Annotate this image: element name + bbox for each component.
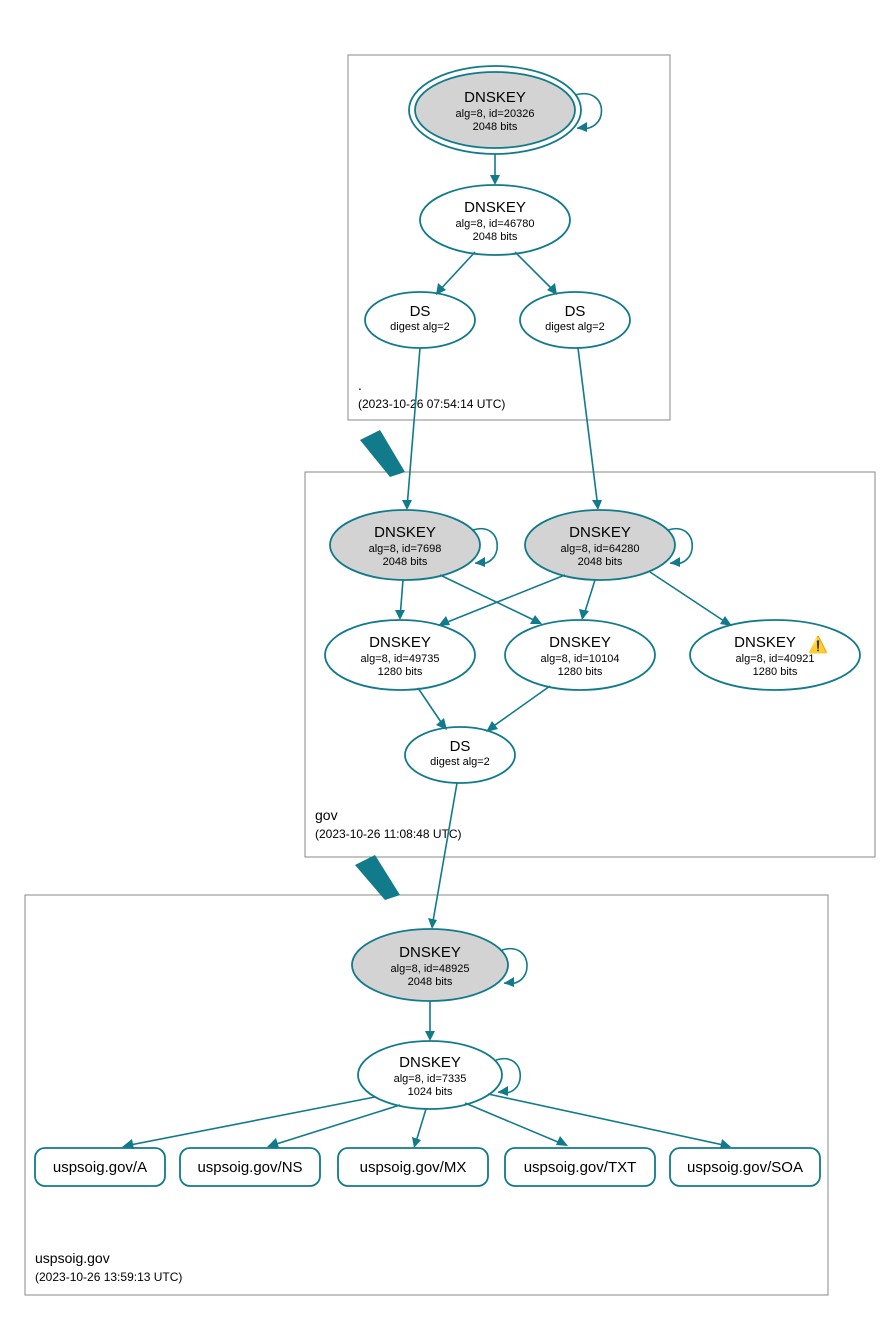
root-ds1-alg: digest alg=2 [390,321,450,333]
node-root-zsk: DNSKEY alg=8, id=46780 2048 bits [420,185,570,255]
node-rr-ns: uspsoig.gov/NS [180,1148,320,1186]
leaf-zsk-bits: 1024 bits [408,1086,453,1098]
gov-zsk1-alg: alg=8, id=49735 [361,653,440,665]
root-ds1-title: DS [410,303,431,320]
leaf-ksk-title: DNSKEY [399,944,461,961]
root-zsk-bits: 2048 bits [473,231,518,243]
node-root-ksk: DNSKEY alg=8, id=20326 2048 bits [409,66,581,154]
gov-ksk1-bits: 2048 bits [383,556,428,568]
zone-leaf-name: uspsoig.gov [35,1250,110,1266]
leaf-ksk-bits: 2048 bits [408,976,453,988]
node-root-ds2: DS digest alg=2 [520,292,630,348]
gov-ksk1-alg: alg=8, id=7698 [369,543,442,555]
node-gov-ksk1: DNSKEY alg=8, id=7698 2048 bits [330,510,480,580]
edge-leaf-zsk-self [496,1059,520,1093]
root-ksk-title: DNSKEY [464,89,526,106]
node-gov-ds: DS digest alg=2 [405,727,515,783]
node-leaf-zsk: DNSKEY alg=8, id=7335 1024 bits [358,1041,502,1109]
gov-zsk2-bits: 1280 bits [558,666,603,678]
gov-zsk3-title: DNSKEY [734,634,796,651]
gov-zsk3-bits: 1280 bits [753,666,798,678]
root-ds2-alg: digest alg=2 [545,321,605,333]
delegation-arrow-root-gov [360,430,405,477]
gov-zsk2-title: DNSKEY [549,634,611,651]
zone-gov-timestamp: (2023-10-26 11:08:48 UTC) [315,827,462,841]
node-rr-mx: uspsoig.gov/MX [338,1148,488,1186]
root-zsk-title: DNSKEY [464,199,526,216]
root-ds2-title: DS [565,303,586,320]
node-root-ds1: DS digest alg=2 [365,292,475,348]
gov-ksk2-alg: alg=8, id=64280 [561,543,640,555]
rr-a-label: uspsoig.gov/A [53,1159,147,1176]
edge-zsk-a [125,1097,375,1146]
rr-mx-label: uspsoig.gov/MX [360,1159,467,1176]
zone-gov-name: gov [315,807,338,823]
gov-ds-title: DS [450,738,471,755]
edge-zsk-soa [488,1094,728,1146]
root-zsk-alg: alg=8, id=46780 [456,218,535,230]
node-leaf-ksk: DNSKEY alg=8, id=48925 2048 bits [352,929,508,1001]
gov-ksk1-title: DNSKEY [374,524,436,541]
node-gov-zsk2: DNSKEY alg=8, id=10104 1280 bits [505,620,655,690]
gov-ds-alg: digest alg=2 [430,756,490,768]
gov-ksk2-bits: 2048 bits [578,556,623,568]
edge-govds-leafksk [432,783,457,927]
zone-leaf-timestamp: (2023-10-26 13:59:13 UTC) [35,1270,182,1284]
edge-ds2-to-gov-ksk2 [578,348,598,508]
delegation-arrow-gov-leaf [355,855,400,900]
node-gov-zsk1: DNSKEY alg=8, id=49735 1280 bits [325,620,475,690]
node-rr-soa: uspsoig.gov/SOA [670,1148,820,1186]
node-gov-zsk3-warn: DNSKEY ⚠️ alg=8, id=40921 1280 bits [690,620,860,690]
rr-soa-label: uspsoig.gov/SOA [687,1159,803,1176]
warning-icon: ⚠️ [808,635,828,654]
gov-zsk1-title: DNSKEY [369,634,431,651]
dnssec-chain-diagram: . (2023-10-26 07:54:14 UTC) DNSKEY alg=8… [10,10,880,1311]
root-ksk-alg: alg=8, id=20326 [456,108,535,120]
edge-root-zsk-to-ds1 [438,252,475,292]
gov-zsk2-alg: alg=8, id=10104 [541,653,620,665]
edge-gk1-gz2 [440,575,540,623]
gov-zsk3-alg: alg=8, id=40921 [736,653,815,665]
root-ksk-bits: 2048 bits [473,121,518,133]
gov-zsk1-bits: 1280 bits [378,666,423,678]
leaf-ksk-alg: alg=8, id=48925 [391,963,470,975]
edge-ds1-to-gov-ksk1 [407,348,420,508]
node-gov-ksk2: DNSKEY alg=8, id=64280 2048 bits [525,510,675,580]
edge-zsk-txt [465,1103,565,1145]
gov-ksk2-title: DNSKEY [569,524,631,541]
edge-gk2-gz3 [650,572,730,625]
edge-root-zsk-to-ds2 [515,252,555,292]
rr-ns-label: uspsoig.gov/NS [197,1159,302,1176]
rr-txt-label: uspsoig.gov/TXT [524,1159,637,1176]
zone-root-timestamp: (2023-10-26 07:54:14 UTC) [358,397,505,411]
node-rr-txt: uspsoig.gov/TXT [505,1148,655,1186]
node-rr-a: uspsoig.gov/A [35,1148,165,1186]
leaf-zsk-title: DNSKEY [399,1054,461,1071]
edge-zsk-ns [270,1105,400,1146]
edge-gk2-gz1 [440,575,565,625]
edge-gz2-ds [488,686,550,730]
leaf-zsk-alg: alg=8, id=7335 [394,1073,467,1085]
zone-root-name: . [358,377,362,393]
